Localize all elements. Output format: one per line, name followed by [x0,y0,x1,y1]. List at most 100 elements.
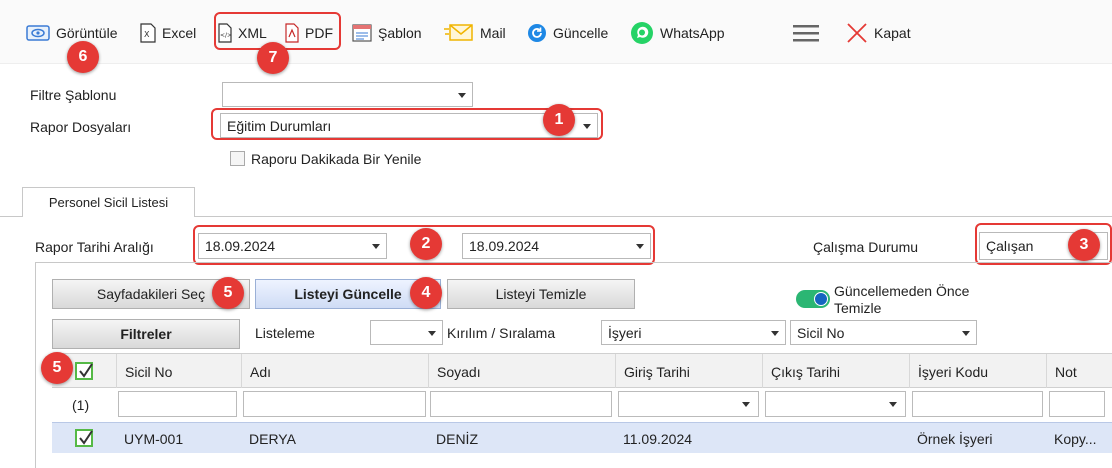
whatsapp-icon [631,22,653,44]
sort-value: Sicil No [797,324,845,341]
annotation-badge-1: 1 [543,104,575,136]
col-header-giris[interactable]: Giriş Tarihi [615,354,762,389]
chevron-down-icon [962,331,970,336]
tab-personel-sicil-listesi[interactable]: Personel Sicil Listesi [22,187,195,217]
annotation-badge-5-checkbox: 5 [41,352,73,384]
view-label: Görüntüle [56,25,118,41]
work-status-value: Çalışan [986,238,1034,254]
filter-adi-input[interactable] [243,391,426,417]
close-label: Kapat [874,25,911,41]
annotation-badge-7: 7 [257,42,289,74]
cell-isyeri: Örnek İşyeri [917,430,993,447]
filter-cikis-select[interactable] [765,391,906,417]
excel-label: Excel [162,25,197,41]
chevron-down-icon [583,124,591,129]
check-icon [79,430,93,445]
breakdown-select[interactable]: İşyeri [601,320,786,345]
filter-soyadi-input[interactable] [430,391,612,417]
filters-label: Filtreler [120,326,172,342]
cell-giris: 11.09.2024 [623,430,693,447]
col-header-sicil[interactable]: Sicil No [116,354,241,389]
filter-template-select[interactable] [222,82,473,107]
chevron-down-icon [458,93,466,98]
chevron-down-icon [742,402,750,407]
update-list-label: Listeyi Güncelle [294,286,402,302]
start-date-select[interactable]: 18.09.2024 [198,233,387,259]
auto-refresh-checkbox[interactable] [230,151,245,166]
breakdown-label: Kırılım / Sıralama [447,325,556,341]
report-files-label: Rapor Dosyaları [30,119,132,135]
filter-template-label: Filtre Şablonu [30,87,117,103]
cell-not: Kopy... [1054,430,1097,447]
template-label: Şablon [378,25,422,41]
col-header-cikis[interactable]: Çıkış Tarihi [762,354,909,389]
select-all-checkbox[interactable] [75,362,93,380]
annotation-badge-6: 6 [67,41,99,73]
sort-select[interactable]: Sicil No [790,320,977,345]
table-row[interactable]: UYM-001 DERYA DENİZ 11.09.2024 Örnek İşy… [52,422,1112,453]
col-header-isyeri[interactable]: İşyeri Kodu [909,354,1046,389]
work-status-label: Çalışma Durumu [813,239,919,255]
refresh-icon [528,24,546,42]
view-icon [26,25,50,41]
auto-refresh-label: Raporu Dakikada Bir Yenile [251,151,422,167]
chevron-down-icon [636,244,644,249]
excel-icon: X [140,23,156,43]
menu-button[interactable] [792,20,826,46]
svg-text:X: X [144,30,150,39]
grid-header: Sicil No Adı Soyadı Giriş Tarihi Çıkış T… [52,353,1112,389]
filters-button[interactable]: Filtreler [52,319,240,349]
filter-isyeri-input[interactable] [912,391,1043,417]
col-header-soyadi[interactable]: Soyadı [428,354,615,389]
breakdown-value: İşyeri [608,324,642,341]
chevron-down-icon [428,331,436,336]
clear-list-button[interactable]: Listeyi Temizle [447,279,635,309]
listing-select[interactable] [370,320,443,345]
whatsapp-label: WhatsApp [660,25,725,41]
excel-button[interactable]: X Excel [140,20,196,46]
clear-before-update-toggle[interactable] [796,290,830,308]
clear-list-label: Listeyi Temizle [495,286,587,302]
check-icon [79,363,93,378]
filter-giris-select[interactable] [618,391,759,417]
end-date-select[interactable]: 18.09.2024 [462,233,651,259]
mail-button[interactable]: Mail [444,20,506,46]
close-icon [847,23,867,43]
refresh-label: Güncelle [553,25,609,41]
cell-soyadi: DENİZ [436,430,478,447]
grid-filter-row: (1) [52,388,1112,422]
cell-cikis [762,423,770,454]
toolbar: Görüntüle X Excel </> XML PDF Şablon Mai… [0,0,1112,64]
toggle-knob [814,292,828,306]
col-header-not[interactable]: Not [1046,354,1112,389]
annotation-badge-4: 4 [410,277,442,309]
chevron-down-icon [372,244,380,249]
annotation-badge-3: 3 [1068,229,1100,261]
clear-before-update-label: Güncellemeden Önce [834,283,970,299]
annotation-badge-5-select: 5 [212,277,244,309]
date-range-label: Rapor Tarihi Aralığı [35,239,154,255]
start-date-value: 18.09.2024 [205,238,276,254]
refresh-button[interactable]: Güncelle [527,20,608,46]
select-page-label: Sayfadakileri Seç [96,286,206,302]
close-button[interactable]: Kapat [846,20,911,46]
row-checkbox[interactable] [75,429,93,447]
view-button[interactable]: Görüntüle [26,20,117,46]
listing-label: Listeleme [255,325,315,341]
col-header-adi[interactable]: Adı [241,354,428,389]
mail-icon [444,24,473,41]
cell-adi: DERYA [249,430,296,447]
template-icon [352,24,372,42]
template-button[interactable]: Şablon [352,20,422,46]
report-files-value: Eğitim Durumları [227,117,332,134]
filter-sicil-input[interactable] [118,391,237,417]
chevron-down-icon [771,331,779,336]
row-count: (1) [72,397,90,413]
whatsapp-button[interactable]: WhatsApp [630,20,725,46]
cell-sicil: UYM-001 [124,430,184,447]
filter-not-input[interactable] [1049,391,1105,417]
chevron-down-icon [889,402,897,407]
tab-label: Personel Sicil Listesi [48,195,169,210]
annotation-badge-2: 2 [410,228,442,260]
report-files-select[interactable]: Eğitim Durumları [220,113,598,138]
